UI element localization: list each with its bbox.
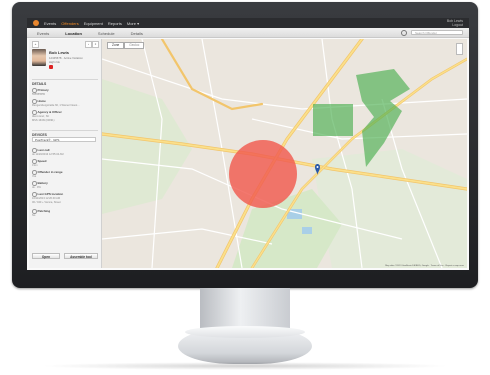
patch-icon	[32, 209, 37, 214]
app-logo-icon[interactable]	[33, 20, 39, 26]
monitor-shadow	[40, 362, 450, 370]
device-select[interactable]: PosiTrack® · GPS	[32, 137, 96, 142]
nav-offenders[interactable]: Offenders	[61, 21, 79, 26]
search-icon[interactable]	[401, 30, 407, 36]
app-screen: Events Offenders Equipment Reports More …	[27, 18, 469, 270]
nav-events[interactable]: Events	[44, 21, 56, 26]
speed-icon	[32, 159, 37, 164]
user-menu[interactable]: Bob Lewis Logout	[447, 19, 463, 27]
map-type-zone[interactable]: Zone	[107, 42, 125, 49]
detail-row-agency[interactable]: Agency & Officer Ident-Graz, SC MSS 16/0…	[32, 110, 98, 122]
offender-name: Bob Lewis	[49, 50, 70, 55]
offender-sidebar: + ‹ × Bob Lewis 12345678 · Active Violat…	[29, 39, 102, 268]
device-row-speed: Speed 0 km	[32, 159, 47, 167]
detail-row-primary[interactable]: Primary 555555555	[32, 88, 98, 96]
avatar	[32, 49, 46, 66]
devices-title: DEVICES	[32, 130, 98, 137]
sidebar-header: + ‹ ×	[32, 41, 99, 48]
exclusion-zone[interactable]	[229, 140, 297, 208]
nav-equipment[interactable]: Equipment	[84, 21, 103, 26]
close-icon[interactable]: ×	[92, 41, 99, 48]
device-row-patching: Patching No	[32, 209, 51, 217]
tab-events[interactable]: Events	[37, 31, 49, 36]
nav-more[interactable]: More ▾	[127, 21, 139, 26]
search-input[interactable]: Search Offender	[411, 29, 463, 35]
offender-profile: Bob Lewis 12345678 · Active Violation Hi…	[32, 49, 98, 77]
prev-icon[interactable]: ‹	[85, 41, 92, 48]
nav-reports[interactable]: Reports	[108, 21, 122, 26]
details-title: DETAILS	[32, 79, 98, 86]
battery-icon	[32, 181, 37, 186]
zoom-control[interactable]	[456, 43, 463, 55]
map-type-toggle: Zone Geoloc	[107, 42, 145, 49]
tab-schedule[interactable]: Schedule	[98, 31, 115, 36]
map-type-geoloc[interactable]: Geoloc	[124, 42, 145, 49]
phone-icon	[32, 88, 37, 93]
open-button[interactable]: Open	[32, 253, 60, 259]
sub-nav-bar: Events Location Schedule Details Search …	[27, 28, 469, 38]
gps-icon	[32, 192, 37, 197]
home-icon	[32, 99, 37, 104]
tab-details[interactable]: Details	[131, 31, 143, 36]
range-icon	[32, 170, 37, 175]
offender-risk: High risk	[49, 60, 60, 64]
add-icon[interactable]: +	[32, 41, 39, 48]
detail-row-home[interactable]: Home Rengersbergstraße 60, 1 Wiener Neus…	[32, 99, 98, 107]
device-row-last-call: Last call ok 11/20/2013 12:55:34 AM	[32, 148, 64, 156]
clock-icon	[32, 148, 37, 153]
monitor-base-top	[185, 326, 305, 338]
device-row-gps: Last GPS location 10/11/2013 12:26:40 AM…	[32, 192, 64, 204]
assemble-tool-button[interactable]: Assemble tool	[64, 253, 98, 259]
view-tabs: Events Location Schedule Details	[37, 31, 143, 36]
map-canvas[interactable]	[102, 39, 467, 268]
device-row-battery: Battery ok · 9%	[32, 181, 48, 189]
tab-location[interactable]: Location	[65, 31, 82, 36]
map-attribution: Map data ©2013 GeoBasis-DE/BKG, Google ·…	[385, 265, 464, 267]
map-view[interactable]: Zone Geoloc Map data ©2013 GeoBasis-DE/B…	[102, 39, 467, 268]
agency-icon	[32, 110, 37, 115]
main-nav: Events Offenders Equipment Reports More …	[44, 21, 139, 26]
top-nav-bar: Events Offenders Equipment Reports More …	[27, 18, 469, 28]
logout-link[interactable]: Logout	[447, 23, 463, 27]
alert-icon	[49, 65, 53, 69]
device-row-range: Offender in range Yes	[32, 170, 63, 178]
